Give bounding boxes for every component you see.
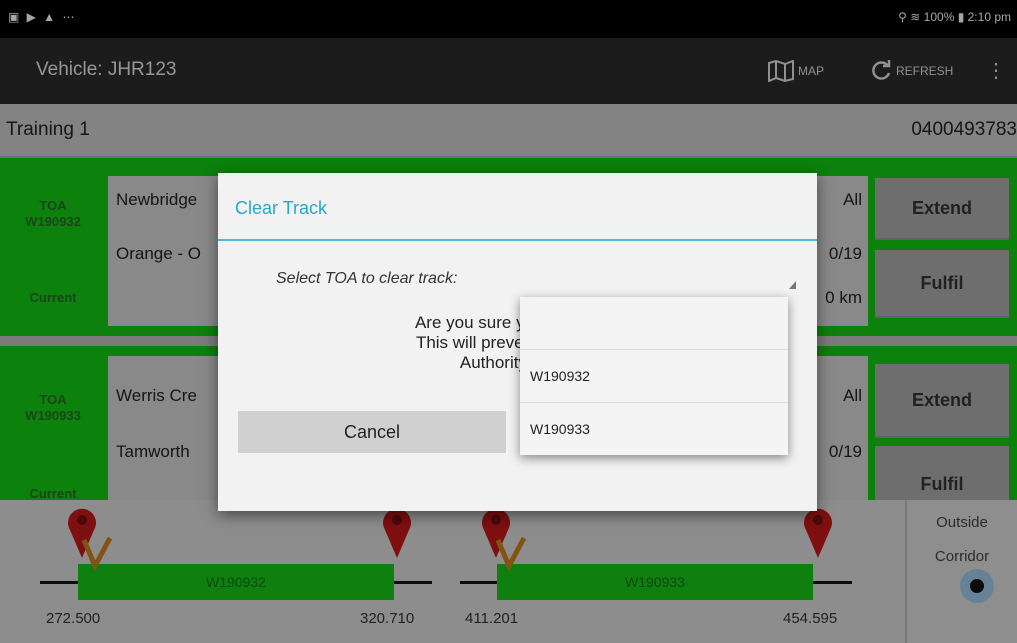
dialog-title: Clear Track — [235, 198, 328, 218]
dropdown-option[interactable]: W190932 — [520, 350, 788, 403]
cancel-button[interactable]: Cancel — [238, 411, 506, 453]
toa-dropdown-list: W190932 W190933 — [520, 297, 788, 455]
option-label: W190933 — [530, 421, 590, 437]
dialog-divider — [218, 239, 817, 241]
dropdown-option[interactable]: W190933 — [520, 403, 788, 455]
select-toa-label: Select TOA to clear track: — [276, 270, 458, 287]
spinner-arrow-icon[interactable] — [789, 281, 796, 289]
option-label: W190932 — [530, 368, 590, 384]
dropdown-option[interactable] — [520, 297, 788, 350]
